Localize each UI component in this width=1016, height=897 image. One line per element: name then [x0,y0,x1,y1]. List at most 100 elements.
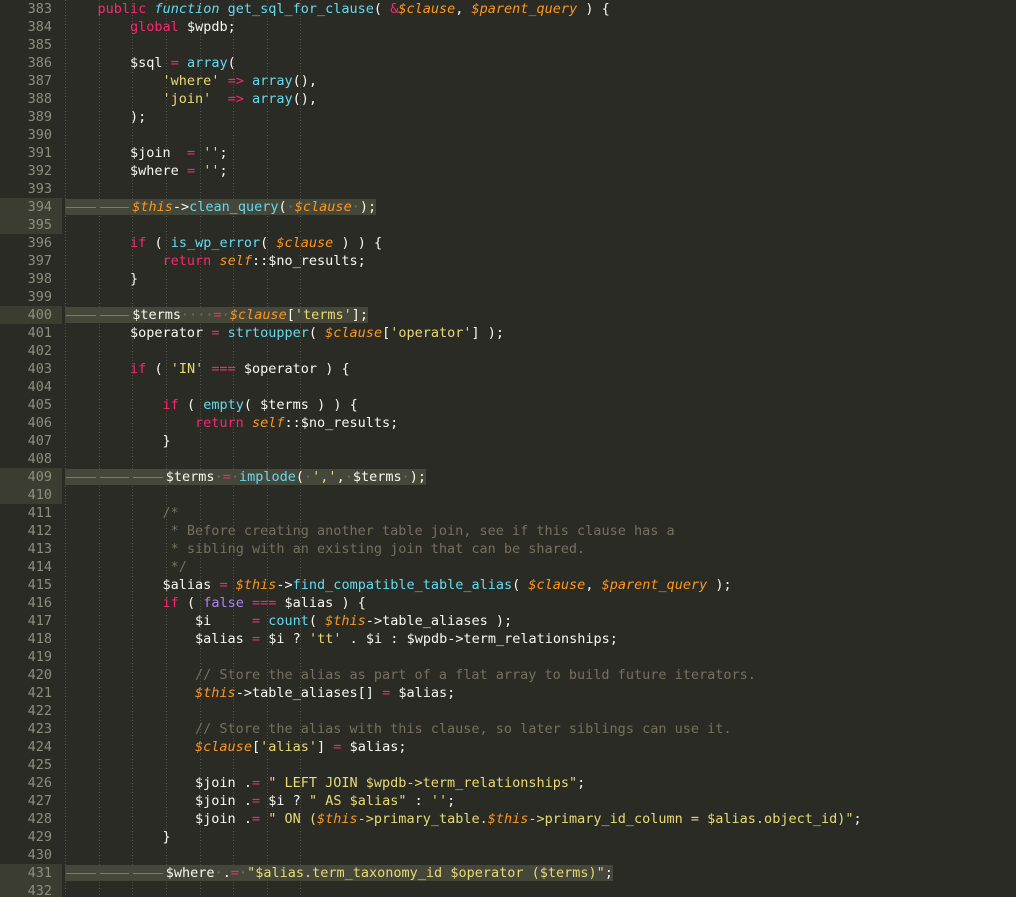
line-content[interactable]: } [65,270,138,288]
code-line[interactable]: 422 [0,702,1016,720]
line-content[interactable]: $where.="$alias.term_taxonomy_id $operat… [65,864,613,882]
line-number: 392 [27,163,52,179]
code-line[interactable]: 385 [0,36,1016,54]
code-line[interactable]: 383 public function get_sql_for_clause( … [0,0,1016,18]
code-line[interactable]: 384 global $wpdb; [0,18,1016,36]
line-number: 416 [27,595,52,611]
code-line[interactable]: 404 [0,378,1016,396]
code-line[interactable]: 386 $sql = array( [0,54,1016,72]
code-line[interactable]: 396 if ( is_wp_error( $clause ) ) { [0,234,1016,252]
line-number: 386 [27,55,52,71]
line-content[interactable]: $sql = array( [65,54,236,72]
code-line[interactable]: 414 */ [0,558,1016,576]
code-line[interactable]: 432 [0,882,1016,897]
code-line[interactable]: 391 $join = ''; [0,144,1016,162]
line-content[interactable]: $join .= " ON ($this->primary_table.$thi… [65,810,862,828]
line-content[interactable]: $operator = strtoupper( $clause['operato… [65,324,504,342]
code-line[interactable]: 392 $where = ''; [0,162,1016,180]
code-line[interactable]: 409 $terms=implode(',',$terms); [0,468,1016,486]
code-line[interactable]: 421 $this->table_aliases[] = $alias; [0,684,1016,702]
line-content[interactable]: return self::$no_results; [65,414,398,432]
line-number: 414 [27,559,52,575]
code-line[interactable]: 394 $this->clean_query($clause); [0,198,1016,216]
code-line[interactable]: 420 // Store the alias as part of a flat… [0,666,1016,684]
line-number: 407 [27,433,52,449]
code-line[interactable]: 418 $alias = $i ? 'tt' . $i : $wpdb->ter… [0,630,1016,648]
line-content[interactable]: if ( is_wp_error( $clause ) ) { [65,234,382,252]
code-line[interactable]: 405 if ( empty( $terms ) ) { [0,396,1016,414]
code-line[interactable]: 402 [0,342,1016,360]
line-content[interactable]: if ( 'IN' === $operator ) { [65,360,350,378]
line-content[interactable]: $clause['alias'] = $alias; [65,738,406,756]
code-line[interactable]: 413 * sibling with an existing join that… [0,540,1016,558]
code-line[interactable]: 393 [0,180,1016,198]
line-number: 420 [27,667,52,683]
code-line[interactable]: 388 'join' => array(), [0,90,1016,108]
line-content[interactable]: $this->table_aliases[] = $alias; [65,684,455,702]
line-number: 388 [27,91,52,107]
line-content[interactable]: /* [65,504,179,522]
line-number: 419 [27,649,52,665]
code-line[interactable]: 408 [0,450,1016,468]
code-line[interactable]: 407 } [0,432,1016,450]
code-line[interactable]: 428 $join .= " ON ($this->primary_table.… [0,810,1016,828]
code-line[interactable]: 412 * Before creating another table join… [0,522,1016,540]
line-content[interactable]: $alias = $this->find_compatible_table_al… [65,576,732,594]
line-content[interactable]: 'join' => array(), [65,90,318,108]
line-content[interactable]: return self::$no_results; [65,252,366,270]
code-line[interactable]: 417 $i = count( $this->table_aliases ); [0,612,1016,630]
code-line[interactable]: 389 ); [0,108,1016,126]
line-content[interactable]: public function get_sql_for_clause( &$cl… [65,0,610,18]
code-line[interactable]: 398 } [0,270,1016,288]
line-content[interactable]: // Store the alias as part of a flat arr… [65,666,756,684]
code-line[interactable]: 411 /* [0,504,1016,522]
code-line[interactable]: 430 [0,846,1016,864]
code-line[interactable]: 416 if ( false === $alias ) { [0,594,1016,612]
line-content[interactable]: $terms=implode(',',$terms); [65,468,427,486]
line-content[interactable]: // Store the alias with this clause, so … [65,720,731,738]
line-content[interactable]: if ( empty( $terms ) ) { [65,396,358,414]
code-line[interactable]: 425 [0,756,1016,774]
line-number: 410 [0,486,62,504]
code-line[interactable]: 395 [0,216,1016,234]
code-line[interactable]: 419 [0,648,1016,666]
code-line[interactable]: 427 $join .= $i ? " AS $alias" : ''; [0,792,1016,810]
code-line[interactable]: 431 $where.="$alias.term_taxonomy_id $op… [0,864,1016,882]
code-line[interactable]: 387 'where' => array(), [0,72,1016,90]
line-content[interactable]: $join = ''; [65,144,228,162]
code-line[interactable]: 400 $terms=$clause['terms']; [0,306,1016,324]
line-content[interactable]: if ( false === $alias ) { [65,594,366,612]
code-line[interactable]: 410 [0,486,1016,504]
code-editor[interactable]: 383 public function get_sql_for_clause( … [0,0,1016,897]
line-number: 394 [0,198,62,216]
line-number: 411 [27,505,52,521]
code-line[interactable]: 426 $join .= " LEFT JOIN $wpdb->term_rel… [0,774,1016,792]
line-content[interactable]: */ [65,558,187,576]
line-number: 432 [0,882,62,897]
line-content[interactable]: 'where' => array(), [65,72,318,90]
code-line[interactable]: 403 if ( 'IN' === $operator ) { [0,360,1016,378]
line-content[interactable]: ); [65,108,146,126]
code-line[interactable]: 390 [0,126,1016,144]
code-line[interactable]: 415 $alias = $this->find_compatible_tabl… [0,576,1016,594]
code-line[interactable]: 406 return self::$no_results; [0,414,1016,432]
code-line[interactable]: 399 [0,288,1016,306]
line-content[interactable]: $join .= $i ? " AS $alias" : ''; [65,792,455,810]
line-content[interactable]: global $wpdb; [65,18,236,36]
code-line[interactable]: 423 // Store the alias with this clause,… [0,720,1016,738]
code-line[interactable]: 401 $operator = strtoupper( $clause['ope… [0,324,1016,342]
line-content[interactable]: $terms=$clause['terms']; [65,306,369,324]
code-line[interactable]: 429 } [0,828,1016,846]
line-content[interactable]: $join .= " LEFT JOIN $wpdb->term_relatio… [65,774,585,792]
code-line[interactable]: 424 $clause['alias'] = $alias; [0,738,1016,756]
line-content[interactable]: * Before creating another table join, se… [65,522,675,540]
line-content[interactable]: } [65,432,171,450]
line-content[interactable]: $this->clean_query($clause); [65,198,377,216]
line-content[interactable]: $i = count( $this->table_aliases ); [65,612,512,630]
line-content[interactable]: * sibling with an existing join that can… [65,540,586,558]
line-number: 427 [27,793,52,809]
line-content[interactable]: $where = ''; [65,162,228,180]
code-line[interactable]: 397 return self::$no_results; [0,252,1016,270]
line-content[interactable]: } [65,828,171,846]
line-content[interactable]: $alias = $i ? 'tt' . $i : $wpdb->term_re… [65,630,618,648]
